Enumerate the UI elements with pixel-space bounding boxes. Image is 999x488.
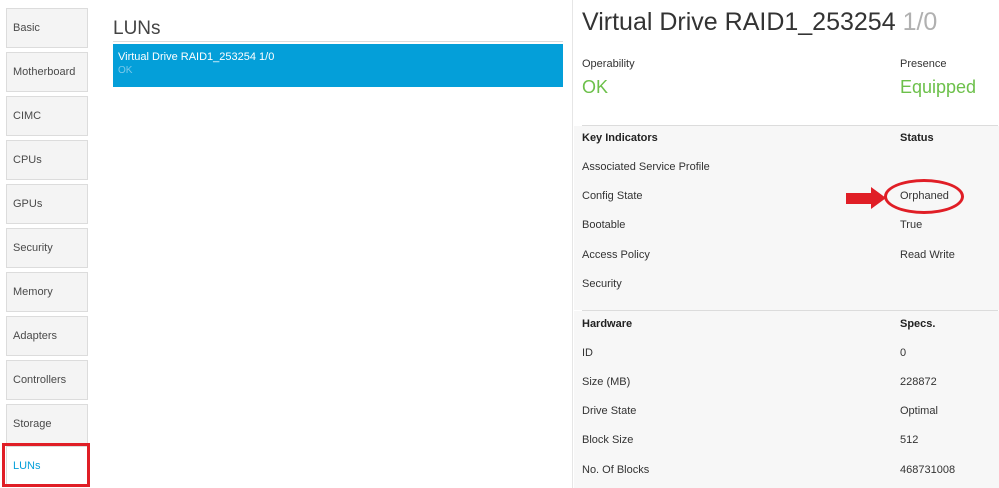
sidebar-item-basic[interactable]: Basic — [6, 8, 88, 48]
sidebar-item-controllers[interactable]: Controllers — [6, 360, 88, 400]
sidebar-item-label: Storage — [13, 418, 52, 430]
no-of-blocks-value: 468731008 — [900, 464, 956, 476]
sidebar-item-label: Motherboard — [13, 66, 76, 78]
size-value: 228872 — [900, 376, 937, 388]
sidebar-item-label: Adapters — [13, 330, 58, 342]
lun-name: Virtual Drive RAID1_253254 1/0 — [118, 51, 275, 63]
divider — [582, 310, 998, 311]
lun-status: OK — [118, 65, 133, 76]
hardware-header: Hardware — [582, 318, 633, 330]
sidebar-item-memory[interactable]: Memory — [6, 272, 88, 312]
sidebar-item-cpus[interactable]: CPUs — [6, 140, 88, 180]
sidebar-item-luns[interactable]: LUNs — [6, 446, 88, 486]
sidebar-item-label: CIMC — [13, 110, 42, 122]
annotation-arrow-icon — [846, 193, 872, 204]
hardware-section — [574, 311, 999, 488]
operability-value: OK — [582, 77, 609, 97]
drive-state-value: Optimal — [900, 405, 938, 417]
sidebar-item-label: Security — [13, 242, 53, 254]
bootable-value: True — [900, 219, 923, 231]
divider — [113, 41, 563, 42]
sidebar-item-label: GPUs — [13, 198, 43, 210]
config-state-value: Orphaned — [900, 190, 949, 202]
panel-divider — [572, 0, 573, 488]
sidebar-item-storage[interactable]: Storage — [6, 404, 88, 444]
sidebar-item-label: Memory — [13, 286, 53, 298]
sidebar-item-adapters[interactable]: Adapters — [6, 316, 88, 356]
page-title: Virtual Drive RAID1_253254 1/0 — [582, 8, 937, 37]
sidebar-item-label: Basic — [13, 22, 40, 34]
sidebar-item-cimc[interactable]: CIMC — [6, 96, 88, 136]
detail-title-suffix: 1/0 — [902, 8, 938, 36]
sidebar-item-label: Controllers — [13, 374, 67, 386]
detail-title-name: Virtual Drive RAID1_253254 — [582, 8, 896, 36]
status-header: Status — [900, 132, 934, 144]
specs-header: Specs. — [900, 318, 936, 330]
access-policy-label: Access Policy — [582, 249, 650, 261]
drive-state-label: Drive State — [582, 405, 637, 417]
bootable-label: Bootable — [582, 219, 626, 231]
presence-value: Equipped — [900, 77, 977, 97]
sidebar-item-security[interactable]: Security — [6, 228, 88, 268]
no-of-blocks-label: No. Of Blocks — [582, 464, 650, 476]
block-size-value: 512 — [900, 434, 919, 446]
security-label: Security — [582, 278, 622, 290]
associated-service-profile-label: Associated Service Profile — [582, 161, 710, 173]
sidebar-item-label: LUNs — [13, 460, 41, 472]
sidebar-nav: Basic Motherboard CIMC CPUs GPUs Securit… — [0, 0, 96, 488]
annotation-arrow-head-icon — [871, 187, 886, 209]
sidebar-item-motherboard[interactable]: Motherboard — [6, 52, 88, 92]
key-indicators-section — [574, 126, 999, 310]
sidebar-item-gpus[interactable]: GPUs — [6, 184, 88, 224]
presence-label: Presence — [900, 58, 947, 70]
block-size-label: Block Size — [582, 434, 634, 446]
size-label: Size (MB) — [582, 376, 631, 388]
id-label: ID — [582, 347, 593, 359]
luns-heading: LUNs — [113, 18, 161, 39]
sidebar-item-label: CPUs — [13, 154, 42, 166]
id-value: 0 — [900, 347, 907, 359]
access-policy-value: Read Write — [900, 249, 955, 261]
config-state-label: Config State — [582, 190, 643, 202]
lun-list-item[interactable]: Virtual Drive RAID1_253254 1/0 OK — [113, 44, 563, 87]
operability-label: Operability — [582, 58, 635, 70]
key-indicators-header: Key Indicators — [582, 132, 658, 144]
divider — [582, 125, 998, 126]
